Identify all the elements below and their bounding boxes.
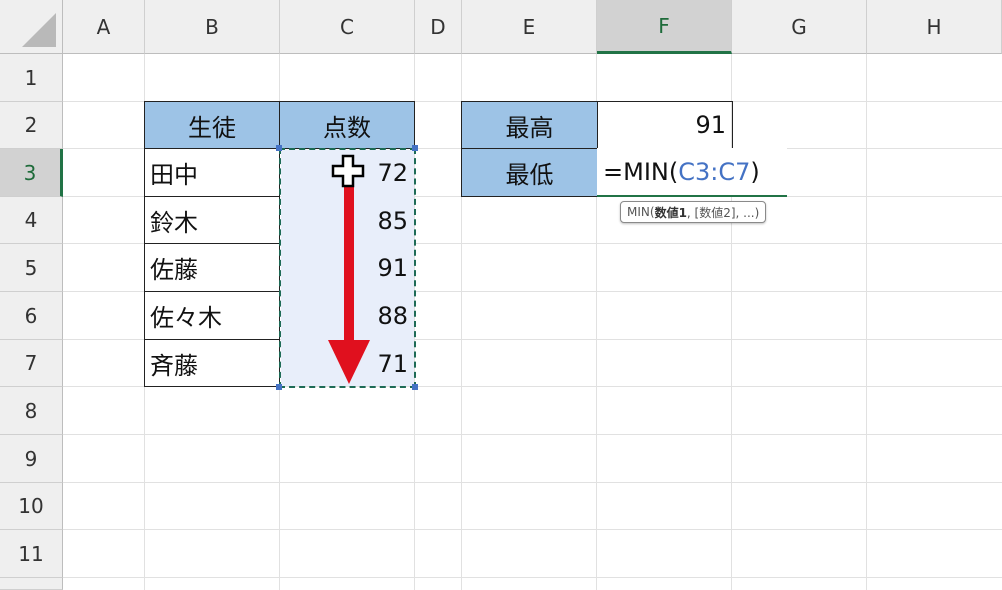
gridline xyxy=(63,482,1002,483)
row-header-8[interactable]: 8 xyxy=(0,387,63,435)
row-header-12[interactable] xyxy=(0,578,63,590)
cell-b2-header-student[interactable]: 生徒 xyxy=(144,101,280,149)
row-header-10[interactable]: 10 xyxy=(0,483,63,530)
column-header-b[interactable]: B xyxy=(145,0,280,54)
range-handle-top-left[interactable] xyxy=(276,145,282,151)
column-header-e[interactable]: E xyxy=(462,0,597,54)
gridline xyxy=(866,54,867,590)
tooltip-remaining-arguments: , [数値2], ...) xyxy=(686,205,760,220)
cell-b3-name[interactable]: 田中 xyxy=(144,148,280,197)
row-header-11[interactable]: 11 xyxy=(0,530,63,578)
range-handle-top-right[interactable] xyxy=(412,145,418,151)
drag-down-arrow-icon xyxy=(328,186,370,384)
range-handle-bottom-right[interactable] xyxy=(412,384,418,390)
row-header-5[interactable]: 5 xyxy=(0,244,63,292)
select-all-triangle-icon xyxy=(22,13,56,47)
gridline xyxy=(63,434,1002,435)
spreadsheet[interactable]: A B C D E F G H 1 2 3 4 5 6 7 8 9 10 11 … xyxy=(0,0,1002,590)
cell-b4-name[interactable]: 鈴木 xyxy=(144,196,280,244)
cell-b5-name[interactable]: 佐藤 xyxy=(144,243,280,292)
row-header-3[interactable]: 3 xyxy=(0,149,63,197)
range-handle-bottom-left[interactable] xyxy=(276,384,282,390)
row-header-4[interactable]: 4 xyxy=(0,197,63,244)
cell-b6-name[interactable]: 佐々木 xyxy=(144,291,280,340)
function-argument-tooltip[interactable]: MIN(数値1, [数値2], ...) xyxy=(620,201,767,223)
cell-f2-max-value[interactable]: 91 xyxy=(597,101,733,149)
cross-cursor-icon xyxy=(331,154,365,188)
formula-suffix: ) xyxy=(750,157,760,186)
tooltip-current-argument: 数値1 xyxy=(654,205,687,220)
cell-f3-formula-input[interactable]: =MIN(C3:C7) xyxy=(597,148,787,197)
row-header-1[interactable]: 1 xyxy=(0,54,63,102)
gridline xyxy=(63,577,1002,578)
column-header-a[interactable]: A xyxy=(63,0,145,54)
gridline xyxy=(63,529,1002,530)
column-header-f[interactable]: F xyxy=(597,0,732,54)
cell-e3-min-label[interactable]: 最低 xyxy=(461,148,598,197)
column-header-h[interactable]: H xyxy=(867,0,1002,54)
cell-c2-header-score[interactable]: 点数 xyxy=(279,101,415,149)
row-header-9[interactable]: 9 xyxy=(0,435,63,483)
formula-prefix: =MIN( xyxy=(603,157,679,186)
cell-e2-max-label[interactable]: 最高 xyxy=(461,101,598,149)
tooltip-function-name: MIN( xyxy=(627,205,655,219)
column-header-g[interactable]: G xyxy=(732,0,867,54)
select-all-button[interactable] xyxy=(0,0,63,54)
row-header-6[interactable]: 6 xyxy=(0,292,63,340)
column-header-d[interactable]: D xyxy=(415,0,462,54)
formula-range-reference: C3:C7 xyxy=(678,157,751,186)
column-header-c[interactable]: C xyxy=(280,0,415,54)
row-header-7[interactable]: 7 xyxy=(0,340,63,387)
cell-b7-name[interactable]: 斉藤 xyxy=(144,339,280,387)
row-header-2[interactable]: 2 xyxy=(0,102,63,149)
